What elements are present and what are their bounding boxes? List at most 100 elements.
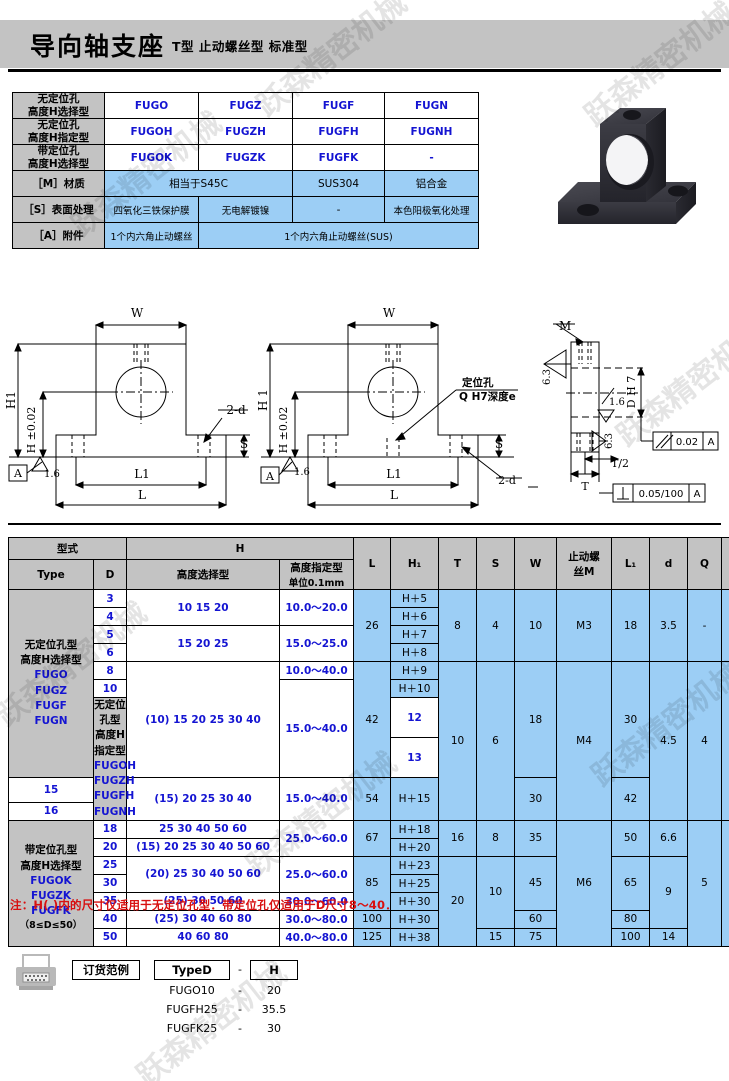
h-select-value: (10) 15 20 25 30 40 <box>126 661 280 778</box>
dim-label-l1: L1 <box>134 467 150 481</box>
type-title-l1: 带定位孔型 <box>24 844 78 857</box>
l1-value: 30 <box>611 661 651 778</box>
spec-code-fugfh: FUGFH <box>292 118 385 145</box>
dim-label-h-tol: H ±0.02 <box>277 407 290 454</box>
type-code: FUGZ <box>35 684 67 697</box>
dim-label-h1: H 1 <box>256 389 270 411</box>
header-h-specify-line1: 高度指定型 <box>290 562 343 574</box>
type-group-cell-0: 无定位孔型 高度H选择型 FUGO FUGZ FUGF FUGN <box>8 589 94 778</box>
t-value: 20 <box>438 855 478 947</box>
surface-label: ［S］表面处理 <box>12 196 105 223</box>
table-row: 8 (10) 15 20 25 30 40 10.0～40.0 42 H＋9 1… <box>9 661 729 821</box>
product-photo <box>500 96 724 236</box>
callout-locating-hole-line1: 定位孔 <box>461 376 494 389</box>
header-type: Type <box>8 559 94 590</box>
h1-value: H＋7 <box>390 625 440 644</box>
s-value: 4 <box>476 589 516 662</box>
spec-code-none: - <box>384 144 479 171</box>
datum-a: A <box>265 470 275 483</box>
type-title-l1: 无定位孔型 <box>94 699 126 727</box>
gdt-perp-datum: A <box>694 489 701 500</box>
h1-value: H＋23 <box>390 855 440 875</box>
h-select-value: (20) 25 30 40 50 60 <box>126 855 280 893</box>
l1-value: 18 <box>611 589 651 662</box>
surface-nickel: 无电解镀镍 <box>198 196 293 223</box>
dim-label-l: L <box>138 488 146 502</box>
d-value: 3 <box>93 589 127 608</box>
h-specify-value: 15.0～25.0 <box>278 625 355 662</box>
type-code: FUGF <box>35 699 67 712</box>
header-s: S <box>476 537 516 590</box>
spec-table-container: 无定位孔 高度H选择型 FUGO FUGZ FUGF FUGN 无定位孔 高度H… <box>12 92 479 249</box>
d-small-value: 4.5 <box>649 661 689 821</box>
table-row: ［M］材质 相当于S45C SUS304 铝合金 <box>12 170 479 197</box>
spec-code-fugzh: FUGZH <box>198 118 293 145</box>
h1-value: H＋20 <box>390 837 440 857</box>
surface-anodize: 本色阳极氧化处理 <box>384 196 479 223</box>
h-select-value: (15) 20 25 30 40 <box>126 777 280 821</box>
page-title: 导向轴支座 <box>30 32 166 61</box>
dim-label-dh7: D H 7 <box>625 376 638 408</box>
surface-none: - <box>292 196 385 223</box>
header-w: W <box>514 537 558 590</box>
order-example-label: 订货范例 <box>72 960 140 980</box>
spec-label-line1: 无定位孔 <box>37 119 80 132</box>
l1-value: 80 <box>611 909 651 929</box>
d-small-value: 14 <box>649 927 689 947</box>
order-example-block: 订货范例 TypeD - H FUGO10 - 20 FUGFH25 - 35.… <box>14 948 334 1035</box>
drawings-divider <box>8 523 721 525</box>
d-value: 8 <box>93 661 127 680</box>
h-specify-value: 15.0～40.0 <box>278 777 355 821</box>
table-row: 50 40 60 80 40.0～80.0 125 H＋38 15 75 100… <box>9 927 729 947</box>
d-value: 4 <box>93 607 127 626</box>
screw-value: M4 <box>556 661 613 821</box>
dim-label-l: L <box>390 488 398 502</box>
d-value: 25 <box>93 855 127 875</box>
spec-code-fugok: FUGOK <box>104 144 199 171</box>
type-code: FUGNH <box>94 805 136 818</box>
roughness-6-3-top: 6.3 <box>542 369 553 385</box>
w-value: 10 <box>514 589 558 662</box>
w-value: 35 <box>514 819 558 857</box>
drawing-left-front-view: W L1 L 2-d S A 1.6 H1 H ±0.02 <box>4 302 254 521</box>
d-value: 20 <box>93 837 127 857</box>
screw-value: M3 <box>556 589 613 662</box>
d-value: 30 <box>93 873 127 893</box>
l-small-value: 5 <box>721 661 729 821</box>
d-small-value: 3.5 <box>649 589 689 662</box>
header-h-specify: 高度指定型 单位0.1mm <box>278 559 355 590</box>
s-value: 8 <box>476 819 516 857</box>
h1-value: H＋15 <box>390 777 440 821</box>
h1-value: H＋38 <box>390 927 440 947</box>
h-select-value: 40 60 80 <box>126 927 280 947</box>
gdt-perp-value: 0.05/100 <box>639 489 684 500</box>
h-specify-value: 25.0～60.0 <box>278 855 355 893</box>
label-screw-m: M <box>559 319 571 333</box>
type-title-l2: 高度H选择型 <box>20 654 82 667</box>
dim-label-h1: H1 <box>4 391 18 409</box>
h-specify-value: 15.0～40.0 <box>278 679 355 778</box>
spec-code-fugzk: FUGZK <box>198 144 293 171</box>
header-screw-line1: 止动螺 <box>568 550 600 563</box>
drawing-middle-locating-hole-view: W L1 L S 2-d A 1.6 定位孔 Q H7深度e H 1 H ±0.… <box>256 302 524 521</box>
h1-value: H＋8 <box>390 643 440 662</box>
spec-code-fugf: FUGF <box>292 92 385 119</box>
d-value: 10 <box>93 679 127 698</box>
spec-code-fugoh: FUGOH <box>104 118 199 145</box>
h1-value: H＋18 <box>390 819 440 839</box>
l1-value: 50 <box>611 819 651 857</box>
h-specify-value: 25.0～60.0 <box>278 819 355 857</box>
spec-code-fugo: FUGO <box>104 92 199 119</box>
h1-value: H＋25 <box>390 873 440 893</box>
l1-value: 42 <box>611 777 651 821</box>
order-col-type: TypeD <box>154 960 230 980</box>
s-value: 15 <box>476 927 516 947</box>
type-code: FUGFH <box>94 790 135 803</box>
d-value: 15 <box>8 777 94 803</box>
datum-a: A <box>13 467 23 480</box>
header-d-small: d <box>649 537 689 590</box>
type-group-cell-2: 带定位孔型 高度H选择型 FUGOK FUGZK FUGFK （8≤D≤50） <box>8 819 94 947</box>
type-code: FUGOH <box>94 759 137 772</box>
accessory-screw: 1个内六角止动螺丝 <box>104 222 199 249</box>
h1-value: H＋30 <box>390 909 440 929</box>
